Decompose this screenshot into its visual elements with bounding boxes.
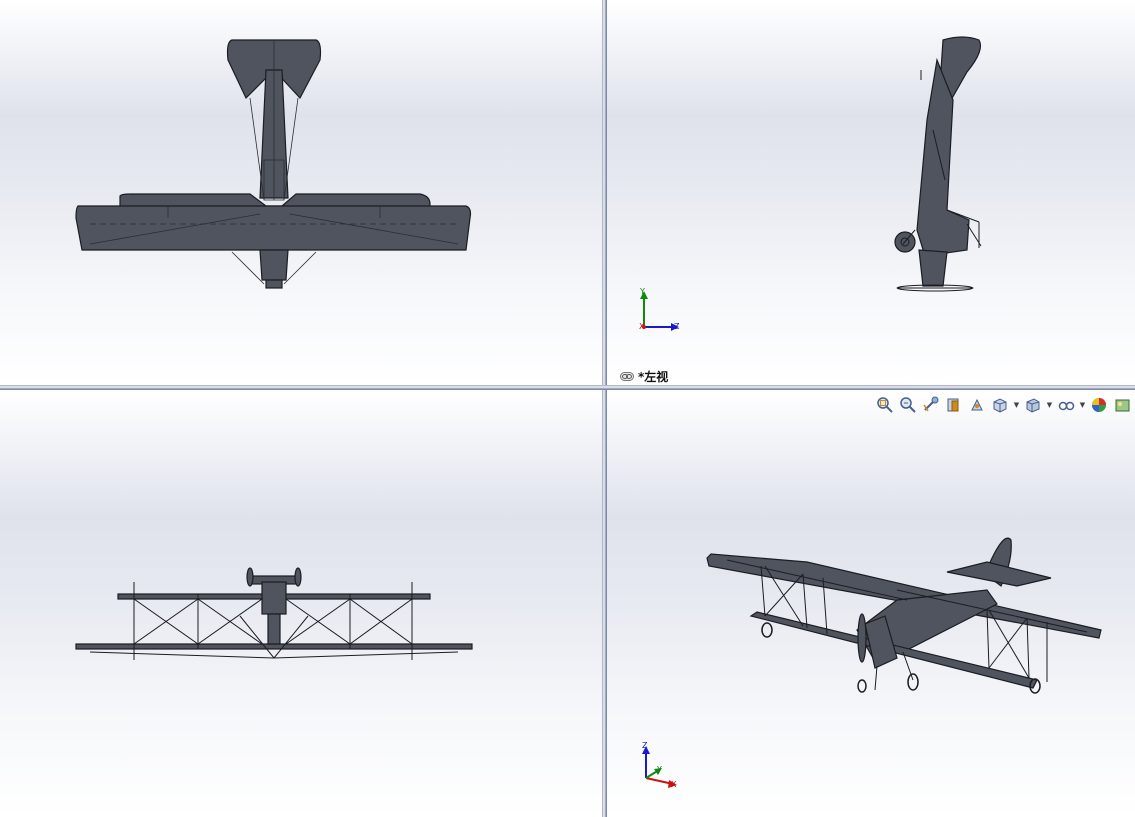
viewport-front-view[interactable] bbox=[0, 390, 602, 817]
view-name-label: *左视 bbox=[620, 368, 668, 385]
triad-z-label: Z bbox=[642, 741, 648, 750]
triad-y-label: Y bbox=[657, 765, 662, 774]
viewport-isometric-view[interactable]: ▼ ▼ ▼ Z Y X bbox=[607, 390, 1135, 817]
triad-y-label: Y bbox=[640, 287, 645, 296]
airplane-isometric-view-model bbox=[706, 537, 1102, 694]
triad-x-label: X bbox=[671, 780, 677, 789]
horizontal-viewport-splitter[interactable] bbox=[0, 385, 1135, 390]
airplane-left-view-model bbox=[894, 36, 982, 292]
viewport-left-view[interactable]: Y Z X *左视 bbox=[607, 0, 1135, 385]
triad-z-label: Z bbox=[674, 322, 680, 331]
airplane-front-view-model bbox=[75, 567, 473, 660]
vertical-viewport-splitter[interactable] bbox=[602, 0, 607, 817]
triad-x-label: X bbox=[639, 322, 645, 331]
view-name-text: *左视 bbox=[638, 370, 669, 384]
airplane-top-view-model bbox=[75, 39, 472, 289]
viewport-top-view[interactable] bbox=[0, 0, 602, 385]
link-views-icon[interactable] bbox=[620, 372, 634, 381]
